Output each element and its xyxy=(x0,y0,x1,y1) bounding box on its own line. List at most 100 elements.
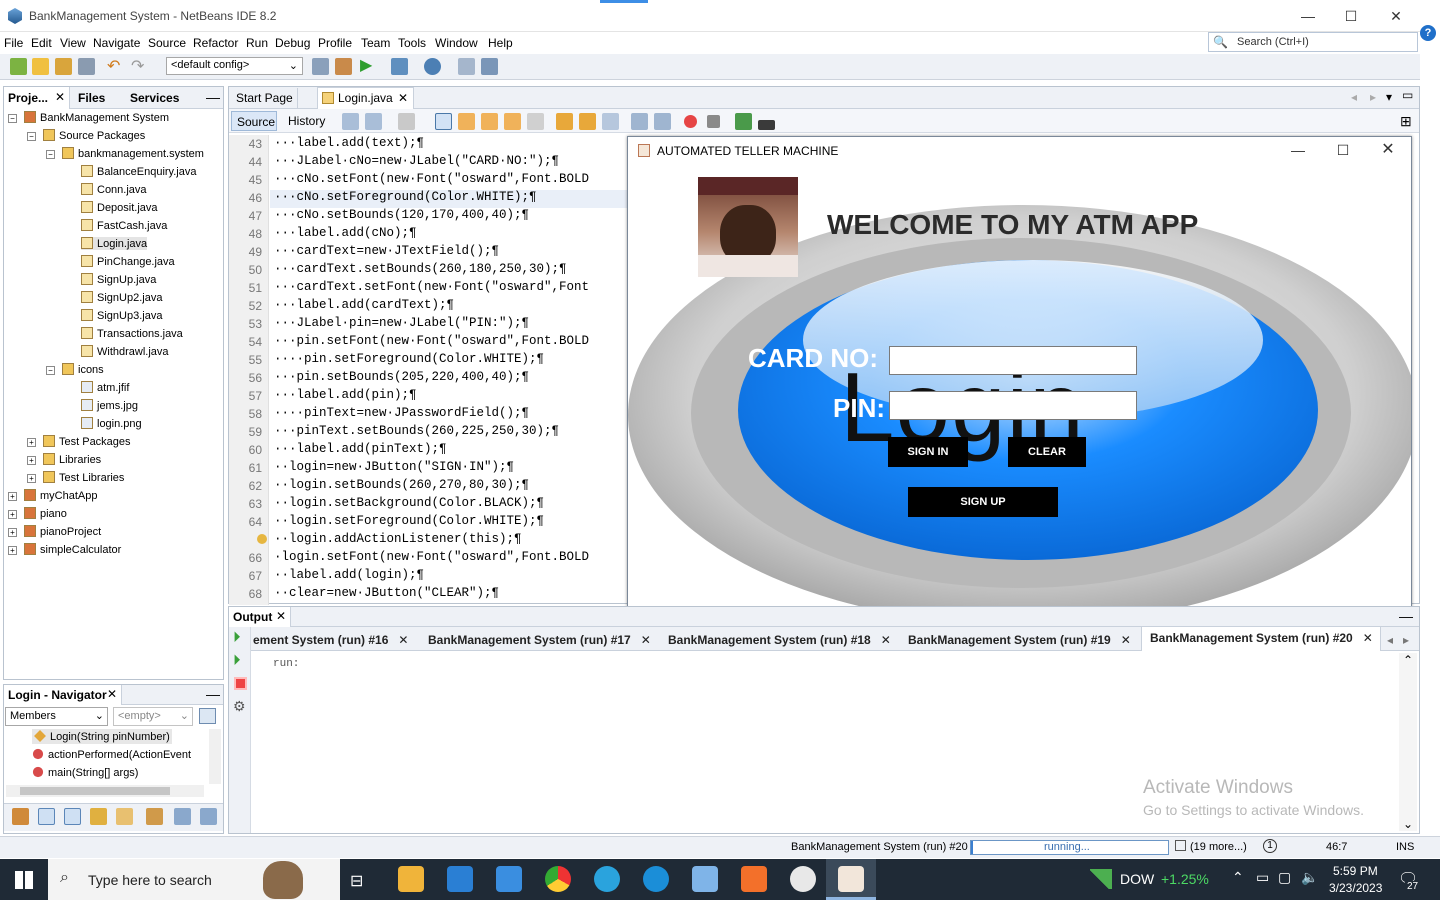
telegram-icon[interactable] xyxy=(594,866,620,892)
tree-item[interactable]: Test Packages xyxy=(43,435,131,448)
expand-toggle-icon[interactable]: + xyxy=(8,528,17,537)
layout-icon[interactable] xyxy=(199,708,216,724)
pin-input[interactable] xyxy=(889,391,1137,420)
tree-item[interactable]: SignUp2.java xyxy=(81,291,162,304)
nav-item-constructor[interactable]: Login(String pinNumber) xyxy=(32,729,172,744)
clean-build-icon[interactable] xyxy=(335,58,352,75)
menu-navigate[interactable]: Navigate xyxy=(93,36,140,50)
memory-icon[interactable] xyxy=(481,58,498,75)
forward-icon[interactable] xyxy=(365,113,382,130)
code-line[interactable]: ··clear=new·JButton("CLEAR");¶ xyxy=(274,586,626,604)
run-tab-18[interactable]: BankManagement System (run) #18 ✕ xyxy=(668,628,891,650)
menu-source[interactable]: Source xyxy=(148,36,186,50)
scroll-up-icon[interactable]: ⌃ xyxy=(1403,653,1413,667)
close-icon[interactable]: ✕ xyxy=(398,91,408,105)
minimize-panel-icon[interactable]: — xyxy=(206,89,220,105)
tree-item[interactable]: FastCash.java xyxy=(81,219,167,232)
next-bookmark-icon[interactable] xyxy=(579,113,596,130)
close-icon[interactable]: ✕ xyxy=(641,633,651,647)
store-icon[interactable] xyxy=(447,866,473,892)
output-tab[interactable]: Output ✕ xyxy=(229,607,291,627)
split-editor-icon[interactable]: ⊞ xyxy=(1400,113,1412,130)
windows-start-icon[interactable] xyxy=(15,871,33,889)
notification-count[interactable]: 1 xyxy=(1263,839,1277,853)
minimize-button[interactable]: — xyxy=(1293,6,1323,26)
tree-item[interactable]: Libraries xyxy=(43,453,101,466)
code-line[interactable]: ··login=new·JButton("SIGN·IN");¶ xyxy=(274,460,626,478)
redo-icon[interactable]: ↷ xyxy=(131,56,148,75)
output-vscroll[interactable]: ⌃ ⌄ xyxy=(1399,653,1417,831)
clear-button[interactable]: CLEAR xyxy=(1008,437,1086,467)
code-line[interactable]: ···cNo.setForeground(Color.WHITE);¶ xyxy=(274,190,626,208)
new-project-icon[interactable] xyxy=(32,58,49,75)
task-view-icon[interactable]: ⊟ xyxy=(350,871,363,891)
menu-help[interactable]: Help xyxy=(488,36,513,50)
chrome-icon[interactable] xyxy=(545,866,571,892)
code-line[interactable]: ···label.add(cNo);¶ xyxy=(274,226,626,244)
back-icon[interactable] xyxy=(342,113,359,130)
code-line[interactable]: ···label.add(cardText);¶ xyxy=(274,298,626,316)
code-line[interactable]: ·login.setFont(new·Font("osward",Font.BO… xyxy=(274,550,626,568)
navigator-vscroll[interactable] xyxy=(209,729,221,784)
record-macro-icon[interactable] xyxy=(684,115,697,128)
network-icon[interactable]: ▭ xyxy=(1256,869,1269,886)
toggle-highlight-icon[interactable] xyxy=(504,113,521,130)
prev-bookmark-icon[interactable] xyxy=(556,113,573,130)
code-line[interactable]: ···label.add(text);¶ xyxy=(274,136,626,154)
pycharm-icon[interactable] xyxy=(790,866,816,892)
close-icon[interactable]: ✕ xyxy=(107,687,117,701)
expand-toggle-icon[interactable]: + xyxy=(27,456,36,465)
scroll-down-icon[interactable]: ⌄ xyxy=(1403,817,1413,831)
history-mode-button[interactable]: History xyxy=(286,111,327,131)
taskbar-search[interactable]: ⌕ Type here to search xyxy=(48,859,340,900)
code-line[interactable]: ···label.add(pin);¶ xyxy=(274,388,626,406)
file-explorer-icon[interactable] xyxy=(398,866,424,892)
tree-item[interactable]: Deposit.java xyxy=(81,201,158,214)
nav-item-main[interactable]: main(String[] args) xyxy=(32,766,138,779)
tree-item[interactable]: Transactions.java xyxy=(81,327,183,340)
run-tab-20[interactable]: BankManagement System (run) #20 ✕ xyxy=(1141,627,1381,651)
tree-item[interactable]: BankManagement System xyxy=(24,111,169,124)
tree-item[interactable]: jems.jpg xyxy=(81,399,138,412)
code-line[interactable]: ···cardText.setBounds(260,180,250,30);¶ xyxy=(274,262,626,280)
rerun-icon[interactable]: ⏵ xyxy=(233,629,241,646)
tab-start-page[interactable]: Start Page xyxy=(232,88,298,109)
toggle-bookmark-icon[interactable] xyxy=(602,113,619,130)
code-line[interactable]: ····pinText=new·JPasswordField();¶ xyxy=(274,406,626,424)
virtualbox-icon[interactable] xyxy=(692,866,718,892)
atm-maximize-button[interactable]: ☐ xyxy=(1328,140,1358,160)
tab-scroll-right-icon[interactable]: ▸ xyxy=(1370,90,1376,104)
open-project-icon[interactable] xyxy=(55,58,72,75)
tab-scroll-left-icon[interactable]: ◂ xyxy=(1351,90,1357,104)
maximize-editor-icon[interactable]: ▭ xyxy=(1402,88,1413,102)
minimize-panel-icon[interactable]: — xyxy=(206,686,220,702)
tree-item[interactable]: bankmanagement.system xyxy=(62,147,204,160)
members-select[interactable]: Members ⌄ xyxy=(5,707,108,726)
expand-toggle-icon[interactable]: + xyxy=(8,510,17,519)
menu-file[interactable]: File xyxy=(4,36,23,50)
atm-close-button[interactable]: ✕ xyxy=(1373,140,1403,160)
source-mode-button[interactable]: Source xyxy=(231,111,277,131)
filter-static-icon[interactable] xyxy=(64,808,81,825)
run-tab-16[interactable]: ement System (run) #16 ✕ xyxy=(253,628,408,650)
code-line[interactable]: ···cardText.setFont(new·Font("osward",Fo… xyxy=(274,280,626,298)
menu-window[interactable]: Window xyxy=(435,36,478,50)
volume-icon[interactable]: 🔈 xyxy=(1301,869,1318,886)
code-line[interactable]: ····pin.setForeground(Color.WHITE);¶ xyxy=(274,352,626,370)
expand-toggle-icon[interactable]: + xyxy=(27,474,36,483)
java-app-tab[interactable] xyxy=(826,859,876,900)
run-icon[interactable]: ▶ xyxy=(360,55,377,74)
tree-item[interactable]: simpleCalculator xyxy=(24,543,121,556)
debug-icon[interactable] xyxy=(391,58,408,75)
find-icon[interactable] xyxy=(435,113,452,130)
tree-item[interactable]: Conn.java xyxy=(81,183,147,196)
card-no-input[interactable] xyxy=(889,346,1137,375)
filter-nonpublic-icon[interactable] xyxy=(90,808,107,825)
code-line[interactable]: ··login.setBounds(260,270,80,30);¶ xyxy=(274,478,626,496)
expand-toggle-icon[interactable]: + xyxy=(8,492,17,501)
close-icon[interactable]: ✕ xyxy=(881,633,891,647)
code-line[interactable]: ···JLabel·pin=new·JLabel("PIN:");¶ xyxy=(274,316,626,334)
navigator-hscroll[interactable] xyxy=(6,785,204,797)
comment-icon[interactable] xyxy=(735,113,752,130)
tab-list-icon[interactable]: ▾ xyxy=(1386,90,1392,104)
